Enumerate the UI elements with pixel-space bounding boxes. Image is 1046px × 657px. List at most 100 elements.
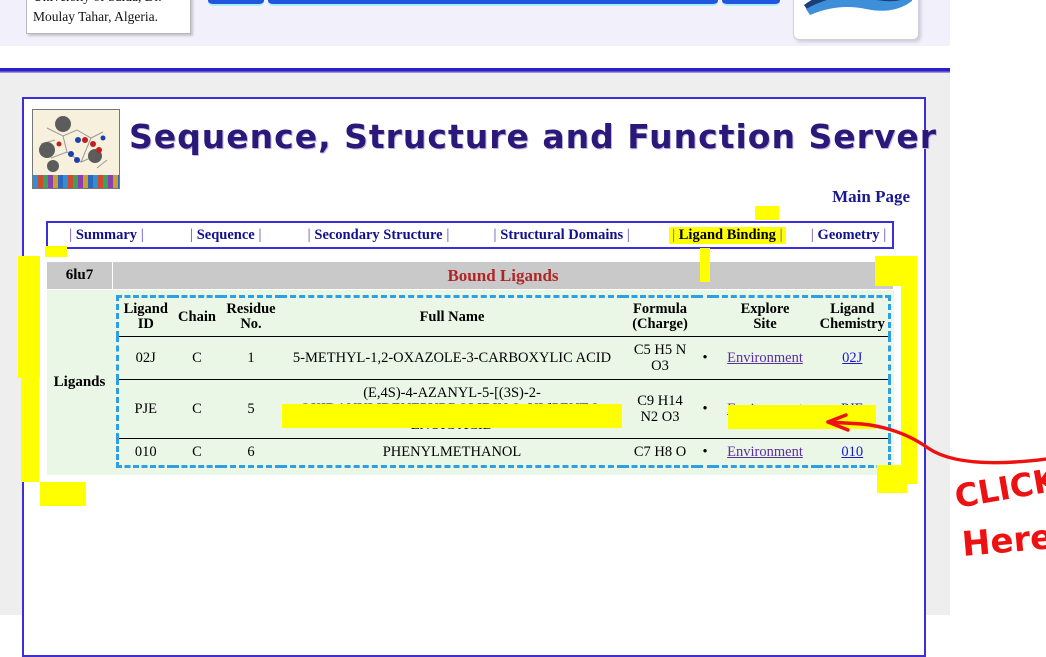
section-navigation-bar: | Summary | | Sequence | | Secondary Str… bbox=[46, 221, 894, 249]
nav-pipe-right: | bbox=[446, 226, 450, 243]
environment-link[interactable]: Environment bbox=[727, 444, 803, 460]
cell-ligand-id: 02J bbox=[117, 336, 173, 380]
bullet-icon: • bbox=[697, 379, 713, 439]
nav-item-ligand-binding-label: Ligand Binding bbox=[678, 226, 776, 243]
col-header-spacer bbox=[697, 296, 713, 337]
pdb-id-cell: 6lu7 bbox=[46, 261, 113, 290]
highlight-mark-left-lower bbox=[21, 378, 39, 482]
page-frame: Sequence, Structure and Function Server … bbox=[22, 97, 936, 657]
cell-residue-no: 1 bbox=[221, 336, 281, 380]
highlight-mark-nav-top bbox=[755, 206, 779, 220]
ligands-row-label: Ligands bbox=[46, 289, 113, 475]
col-header-explore-site: Explore Site bbox=[713, 296, 817, 337]
cell-explore-site: Environment bbox=[713, 439, 817, 467]
col-header-residue-no-l1: Residue bbox=[226, 301, 276, 317]
cell-chain: C bbox=[192, 444, 202, 460]
banner-segment-middle bbox=[268, 0, 718, 6]
col-header-chemistry-l2: Chemistry bbox=[819, 316, 885, 332]
nav-pipe-right: | bbox=[258, 226, 262, 243]
col-header-ligand-id-l1: Ligand bbox=[123, 301, 168, 317]
nav-item-secondary-structure-label: Secondary Structure bbox=[314, 226, 443, 243]
bullet-icon: • bbox=[702, 444, 708, 460]
annotation-click-label: CLICK bbox=[952, 460, 1046, 516]
nav-item-geometry[interactable]: | Geometry | bbox=[808, 227, 890, 244]
col-header-residue-no-l2: No. bbox=[240, 316, 262, 332]
table-row: 02J C 1 5-METHYL-1,2-OXAZOLE-3-CARBOXYLI… bbox=[117, 336, 889, 380]
ligands-detail-table: Ligand ID Chain Residue No. Full Name Fo… bbox=[115, 295, 891, 468]
banner-blue-bar bbox=[208, 0, 780, 6]
institution-logo: جامعة bbox=[793, 0, 919, 40]
nav-pipe-right: | bbox=[883, 226, 887, 243]
highlight-mark-right-side bbox=[901, 286, 917, 484]
cell-formula: C7 H8 O bbox=[633, 444, 687, 460]
highlight-mark-nav-left bbox=[45, 246, 67, 257]
cell-residue-no: 6 bbox=[247, 444, 255, 460]
highlight-mark-left-foot bbox=[40, 482, 86, 506]
bullet-icon: • bbox=[697, 336, 713, 380]
cell-ligand-chemistry: 010 bbox=[817, 439, 889, 467]
col-header-chemistry-l1: Ligand bbox=[830, 301, 875, 317]
environment-link[interactable]: Environment bbox=[727, 350, 803, 366]
cell-full-name-l1: (E,4S)-4-AZANYL-5-[(3S)-2- bbox=[363, 385, 541, 401]
nav-item-structural-domains[interactable]: | Structural Domains | bbox=[490, 227, 633, 244]
page-title: Sequence, Structure and Function Server bbox=[129, 117, 938, 156]
highlight-mark-pje-environment bbox=[728, 405, 876, 429]
highlight-mark-left-upper bbox=[18, 256, 40, 378]
nav-pipe-right: | bbox=[140, 226, 144, 243]
col-header-residue-no: Residue No. bbox=[221, 296, 281, 337]
col-header-ligand-chemistry: Ligand Chemistry bbox=[817, 296, 889, 337]
cell-formula-l2: N2 O3 bbox=[640, 409, 680, 425]
ligands-table-body: 02J C 1 5-METHYL-1,2-OXAZOLE-3-CARBOXYLI… bbox=[117, 336, 889, 467]
click-here-text: CLICK Here bbox=[952, 460, 1046, 565]
cell-formula-l1: C5 H5 N bbox=[633, 342, 687, 358]
cell-ligand-id: PJE bbox=[117, 379, 173, 439]
table-body-row: Ligands Ligand ID Chain Residue No. Full… bbox=[46, 289, 894, 475]
nav-pipe-right: | bbox=[779, 226, 783, 243]
nav-item-summary-label: Summary bbox=[75, 226, 138, 243]
col-header-ligand-id-l2: ID bbox=[137, 316, 154, 332]
col-header-explore-l2: Site bbox=[753, 316, 777, 332]
nav-pipe-left: | bbox=[671, 226, 676, 243]
cell-formula: C5 H5 N O3 bbox=[623, 336, 697, 380]
sequence-color-strip bbox=[33, 175, 119, 188]
col-header-formula: Formula (Charge) bbox=[623, 296, 697, 337]
highlight-mark-right-top bbox=[875, 256, 917, 286]
top-banner-strip: University of Saida, Dr. Moulay Tahar, A… bbox=[0, 0, 950, 46]
page-canvas: Sequence, Structure and Function Server … bbox=[0, 73, 950, 657]
nav-item-summary[interactable]: | Summary | bbox=[66, 227, 147, 244]
cell-chain: C bbox=[173, 336, 221, 380]
nav-pipe-left: | bbox=[493, 226, 497, 243]
cell-formula: C9 H14 N2 O3 bbox=[623, 379, 697, 439]
cell-formula-l2: O3 bbox=[651, 358, 669, 374]
main-page-link[interactable]: Main Page bbox=[832, 187, 910, 207]
nav-item-sequence[interactable]: | Sequence | bbox=[187, 227, 265, 244]
cell-full-name: PHENYLMETHANOL bbox=[382, 444, 522, 460]
nav-item-structural-domains-label: Structural Domains bbox=[500, 226, 624, 243]
col-header-full-name: Full Name bbox=[281, 296, 623, 337]
institution-logo-mark: جامعة bbox=[804, 0, 912, 15]
ligand-binding-table: 6lu7 Bound Ligands Ligands Ligand ID Cha… bbox=[46, 261, 894, 475]
nav-pipe-left: | bbox=[69, 226, 73, 243]
cell-full-name: 5-METHYL-1,2-OXAZOLE-3-CARBOXYLIC ACID bbox=[281, 336, 623, 380]
nav-pipe-left: | bbox=[810, 226, 814, 243]
cell-explore-site: Environment bbox=[713, 336, 817, 380]
ligands-header-row: Ligand ID Chain Residue No. Full Name Fo… bbox=[117, 296, 889, 337]
cell-ligand-chemistry: 02J bbox=[817, 336, 889, 380]
ligand-chemistry-link[interactable]: 02J bbox=[842, 350, 862, 366]
nav-item-ligand-binding[interactable]: | Ligand Binding | bbox=[668, 226, 786, 244]
ligands-table-head: Ligand ID Chain Residue No. Full Name Fo… bbox=[117, 296, 889, 337]
cell-chain: C bbox=[173, 379, 221, 439]
col-header-formula-l2: (Charge) bbox=[632, 316, 688, 332]
cell-formula-l1: C9 H14 bbox=[637, 393, 683, 409]
col-header-formula-l1: Formula bbox=[633, 301, 687, 317]
table-title-row: 6lu7 Bound Ligands bbox=[46, 261, 894, 290]
ligand-chemistry-link[interactable]: 010 bbox=[841, 444, 863, 460]
cell-residue-no: 5 bbox=[221, 379, 281, 439]
nav-item-secondary-structure[interactable]: | Secondary Structure | bbox=[305, 227, 453, 244]
bound-ligands-title: Bound Ligands bbox=[112, 261, 894, 290]
nav-pipe-left: | bbox=[189, 226, 194, 243]
affiliation-box: University of Saida, Dr. Moulay Tahar, A… bbox=[26, 0, 191, 34]
col-header-chain: Chain bbox=[173, 296, 221, 337]
molecule-thumbnail-icon bbox=[32, 109, 120, 189]
table-row: 010 C 6 PHENYLMETHANOL C7 H8 O • Environ… bbox=[117, 439, 889, 467]
